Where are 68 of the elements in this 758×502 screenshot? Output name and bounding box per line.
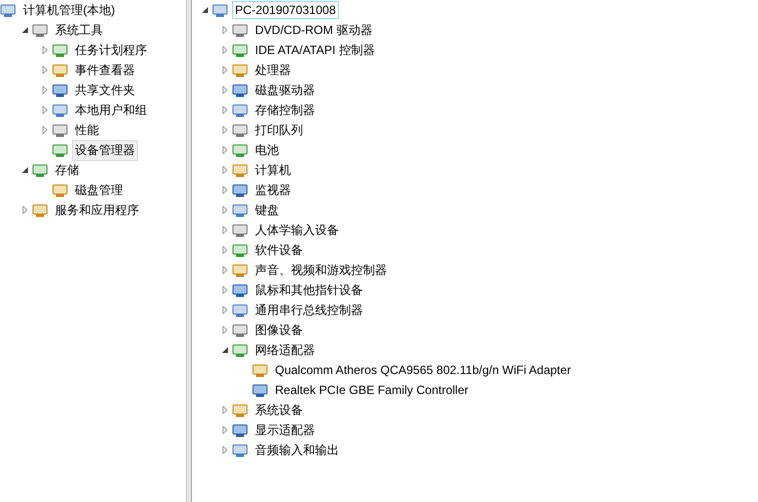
device-icon [232, 402, 248, 418]
device-icon [252, 362, 268, 378]
device-icon [232, 222, 248, 238]
device-icon [252, 382, 268, 398]
tree-item[interactable]: IDE ATA/ATAPI 控制器 [252, 40, 378, 60]
tree-item[interactable]: 任务计划程序 [72, 40, 150, 60]
tree-item[interactable]: 磁盘管理 [72, 180, 126, 200]
tree-item[interactable]: 设备管理器 [72, 140, 138, 160]
device-icon [52, 42, 68, 58]
tree-item[interactable]: Qualcomm Atheros QCA9565 802.11b/g/n WiFi Adapter [272, 361, 574, 379]
device-icon [232, 122, 248, 138]
tree-item[interactable]: 通用串行总线控制器 [252, 300, 366, 320]
tree-item[interactable]: 服务和应用程序 [52, 200, 142, 220]
tree-item[interactable]: DVD/CD-ROM 驱动器 [252, 20, 376, 40]
tree-item[interactable]: 打印队列 [252, 120, 306, 140]
device-icon [52, 102, 68, 118]
device-icon [232, 322, 248, 338]
tree-item[interactable]: 存储 [52, 160, 82, 180]
tree-item[interactable]: 事件查看器 [72, 60, 138, 80]
device-icon [0, 2, 16, 18]
device-icon [232, 162, 248, 178]
device-icon [232, 282, 248, 298]
tree-item[interactable]: 存储控制器 [252, 100, 318, 120]
device-icon [52, 182, 68, 198]
tree-item[interactable]: 性能 [72, 120, 102, 140]
tree-item[interactable]: 系统设备 [252, 400, 306, 420]
device-icon [52, 62, 68, 78]
tree-item[interactable]: 鼠标和其他指针设备 [252, 280, 366, 300]
device-icon [232, 82, 248, 98]
tree-item[interactable]: 网络适配器 [252, 340, 318, 360]
device-icon [232, 182, 248, 198]
device-icon [232, 302, 248, 318]
tree-item[interactable]: 音频输入和输出 [252, 440, 342, 460]
tree-item[interactable]: 键盘 [252, 200, 282, 220]
device-icon [32, 162, 48, 178]
device-icon [232, 102, 248, 118]
device-icon [232, 242, 248, 258]
device-icon [232, 442, 248, 458]
tree-item[interactable]: 声音、视频和游戏控制器 [252, 260, 390, 280]
device-icon [232, 422, 248, 438]
tree-item[interactable]: Realtek PCIe GBE Family Controller [272, 381, 472, 399]
device-icon [232, 142, 248, 158]
tree-item[interactable]: PC-201907031008 [232, 1, 339, 19]
tree-item[interactable]: 图像设备 [252, 320, 306, 340]
device-icon [232, 22, 248, 38]
tree-item[interactable]: 电池 [252, 140, 282, 160]
device-icon [52, 142, 68, 158]
tree-item[interactable]: 处理器 [252, 60, 294, 80]
device-icon [52, 82, 68, 98]
tree-item[interactable]: 磁盘驱动器 [252, 80, 318, 100]
tree-item[interactable]: 监视器 [252, 180, 294, 200]
device-icon [232, 62, 248, 78]
device-icon [32, 202, 48, 218]
device-icon [32, 22, 48, 38]
device-icon [232, 342, 248, 358]
tree-item[interactable]: 共享文件夹 [72, 80, 138, 100]
device-icon [232, 42, 248, 58]
tree-item[interactable]: 软件设备 [252, 240, 306, 260]
device-icon [52, 122, 68, 138]
tree-item[interactable]: 本地用户和组 [72, 100, 150, 120]
device-icon [212, 2, 228, 18]
tree-item[interactable]: 人体学输入设备 [252, 220, 342, 240]
tree-item[interactable]: 显示适配器 [252, 420, 318, 440]
device-icon [232, 202, 248, 218]
device-icon [232, 262, 248, 278]
tree-item[interactable]: 系统工具 [52, 20, 106, 40]
tree-item[interactable]: 计算机 [252, 160, 294, 180]
tree-item[interactable]: 计算机管理(本地) [20, 0, 118, 20]
